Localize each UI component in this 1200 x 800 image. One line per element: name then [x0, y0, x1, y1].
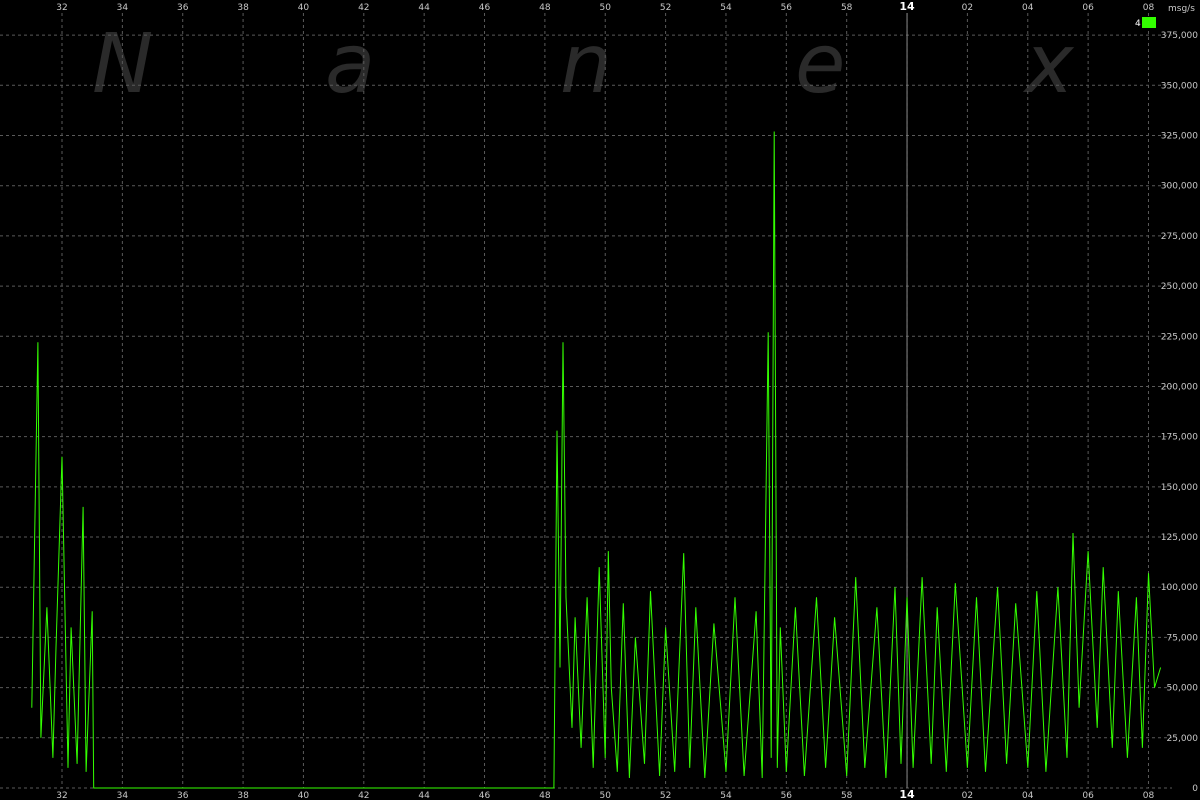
y-tick-label: 100,000 — [1161, 583, 1198, 593]
y-tick-label: 275,000 — [1161, 232, 1198, 242]
x-tick-label: 32 — [56, 3, 67, 13]
y-tick-label: 300,000 — [1161, 182, 1198, 192]
x-tick-label: 14 — [899, 788, 915, 800]
y-tick-label: 250,000 — [1161, 282, 1198, 292]
x-tick-label: 36 — [177, 3, 189, 13]
x-tick-label: 06 — [1082, 3, 1094, 13]
y-tick-label: 175,000 — [1161, 433, 1198, 443]
x-tick-label: 56 — [781, 791, 793, 800]
x-tick-label: 54 — [720, 791, 732, 800]
x-tick-label: 50 — [600, 791, 612, 800]
y-tick-label: 125,000 — [1161, 533, 1198, 543]
x-tick-label: 04 — [1022, 3, 1034, 13]
x-tick-label: 48 — [539, 791, 551, 800]
y-tick-label: 325,000 — [1161, 132, 1198, 142]
x-tick-label: 08 — [1143, 791, 1155, 800]
x-tick-label: 40 — [298, 791, 310, 800]
chart: Nanex 3232343436363838404042424444464648… — [0, 0, 1200, 800]
watermark-letter: x — [1022, 17, 1075, 112]
y-tick-label: 350,000 — [1161, 81, 1198, 91]
x-tick-label: 32 — [56, 791, 67, 800]
x-tick-label: 56 — [781, 3, 793, 13]
x-tick-label: 52 — [660, 3, 671, 13]
x-tick-label: 02 — [962, 3, 973, 13]
x-tick-label: 36 — [177, 791, 189, 800]
plot-background — [0, 0, 1200, 800]
x-tick-label: 46 — [479, 791, 491, 800]
watermark-letter: a — [325, 17, 375, 112]
x-tick-label: 04 — [1022, 791, 1034, 800]
y-tick-label: 75,000 — [1167, 633, 1199, 643]
x-tick-label: 42 — [358, 791, 369, 800]
x-tick-label: 02 — [962, 791, 973, 800]
x-tick-label: 48 — [539, 3, 551, 13]
x-tick-label: 38 — [237, 3, 249, 13]
legend: 4 — [1135, 17, 1156, 29]
x-tick-label: 46 — [479, 3, 491, 13]
x-tick-label: 14 — [899, 0, 915, 13]
x-tick-label: 44 — [418, 3, 430, 13]
x-tick-label: 34 — [117, 3, 129, 13]
y-tick-label: 225,000 — [1161, 332, 1198, 342]
watermark-letter: n — [560, 17, 612, 112]
y-tick-label: 0 — [1192, 784, 1198, 794]
x-tick-label: 08 — [1143, 3, 1155, 13]
y-tick-label: 200,000 — [1161, 382, 1198, 392]
y-tick-label: 25,000 — [1167, 734, 1199, 744]
y-axis-label: msg/s — [1168, 4, 1195, 14]
x-tick-label: 42 — [358, 3, 369, 13]
x-tick-label: 52 — [660, 791, 671, 800]
legend-label: 4 — [1135, 19, 1141, 29]
x-tick-label: 50 — [600, 3, 612, 13]
x-tick-label: 38 — [237, 791, 249, 800]
y-tick-label: 150,000 — [1161, 483, 1198, 493]
y-tick-label: 375,000 — [1161, 31, 1198, 41]
legend-swatch — [1142, 17, 1156, 28]
x-tick-label: 34 — [117, 791, 129, 800]
x-tick-label: 58 — [841, 3, 853, 13]
x-tick-label: 54 — [720, 3, 732, 13]
x-tick-label: 06 — [1082, 791, 1094, 800]
y-tick-label: 50,000 — [1167, 684, 1199, 694]
x-tick-label: 40 — [298, 3, 310, 13]
watermark-letter: e — [795, 17, 845, 112]
x-tick-label: 44 — [418, 791, 430, 800]
x-tick-label: 58 — [841, 791, 853, 800]
